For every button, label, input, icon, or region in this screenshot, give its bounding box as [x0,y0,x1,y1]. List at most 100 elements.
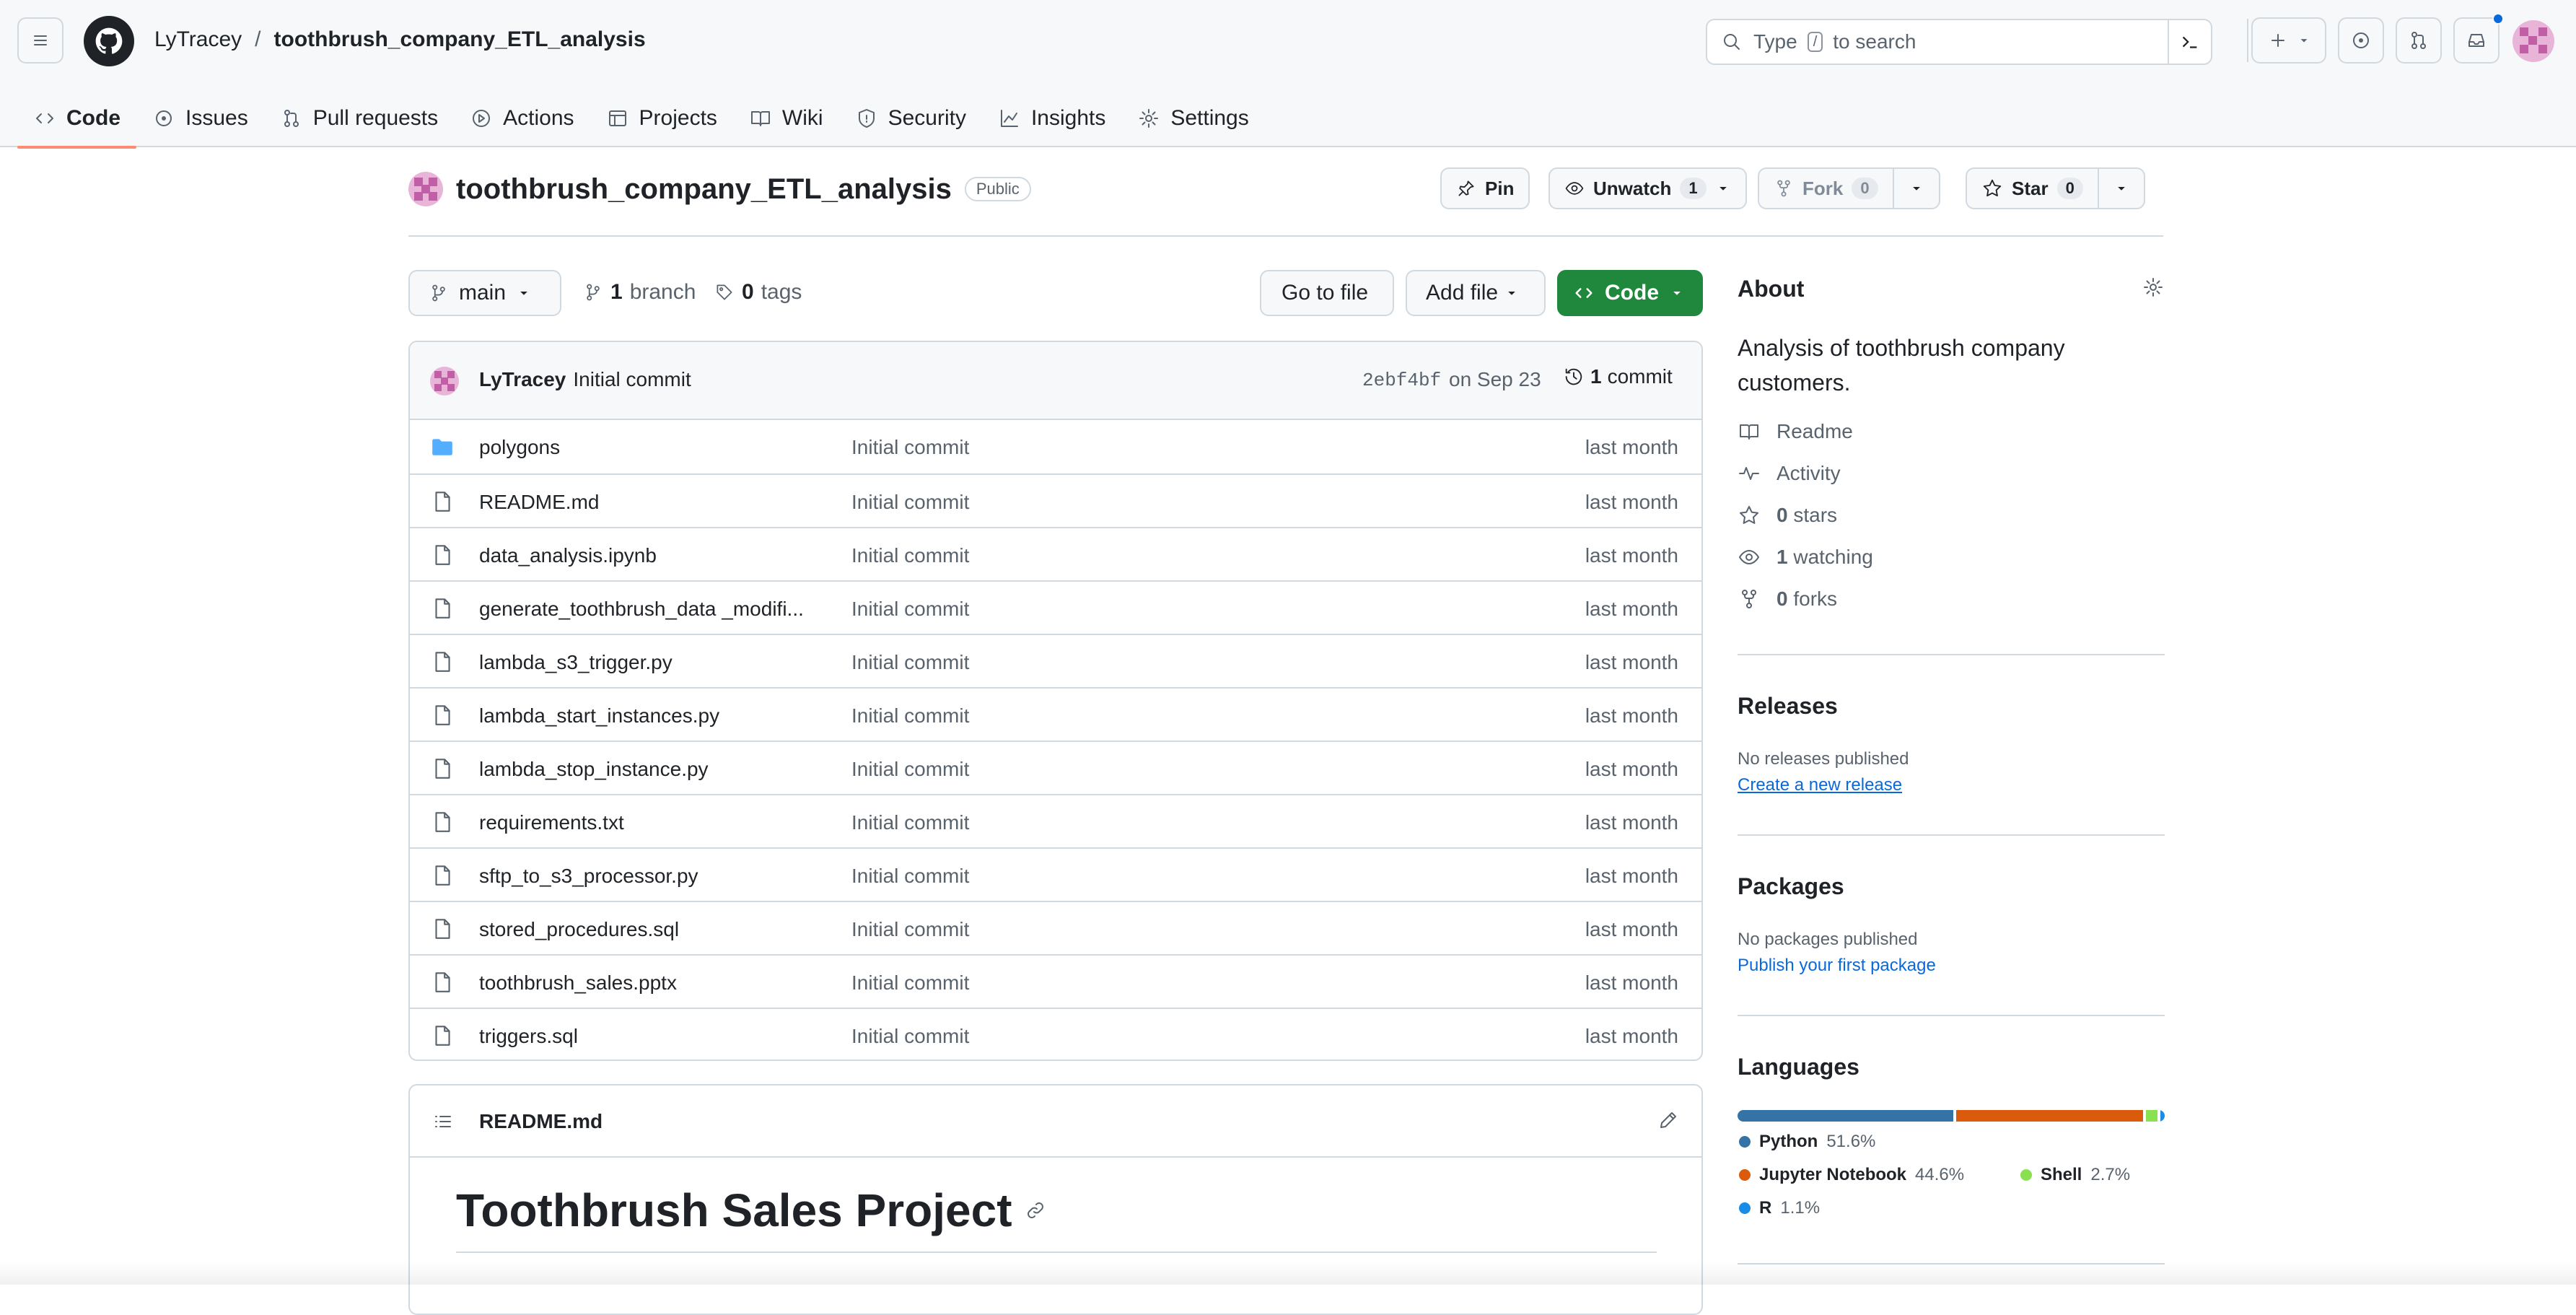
file-row[interactable]: sftp_to_s3_processor.py Initial commit las… [410,847,1701,901]
file-name[interactable]: sftp_to_s3_processor.py [479,865,818,888]
breadcrumb-repo[interactable]: toothbrush_company_ETL_analysis [274,27,646,52]
activity-link[interactable]: Activity [1738,462,1841,485]
tab-settings[interactable]: Settings [1121,89,1264,147]
fork-button[interactable]: Fork 0 [1758,167,1940,209]
tab-insights[interactable]: Insights [982,89,1121,147]
branches-link[interactable]: 1 branch [583,280,696,305]
tab-issues[interactable]: Issues [136,89,264,147]
go-to-file-button[interactable]: Go to file [1260,270,1394,316]
commit-message[interactable]: Initial commit [573,368,691,390]
stars-link[interactable]: 0 stars [1738,504,1837,527]
file-name[interactable]: requirements.txt [479,811,818,834]
tags-link[interactable]: 0 tags [714,280,802,305]
file-row[interactable]: toothbrush_sales.pptx Initial commit last … [410,954,1701,1008]
tab-security[interactable]: Security [839,89,982,147]
tab-wiki[interactable]: Wiki [733,89,839,147]
user-avatar[interactable] [2513,20,2554,62]
publish-package-link[interactable]: Publish your first package [1738,956,1936,976]
language-item[interactable]: Jupyter Notebook 44.6% [1739,1165,1964,1185]
gear-icon[interactable] [2142,276,2165,299]
readme-link[interactable]: Readme [1738,420,1853,443]
readme-filename[interactable]: README.md [479,1110,603,1133]
file-commit-message[interactable]: Initial commit [851,971,969,995]
releases-title[interactable]: Releases [1738,693,1838,720]
file-name[interactable]: triggers.sql [479,1025,818,1048]
language-bar-segment[interactable] [2160,1110,2165,1122]
file-name[interactable]: lambda_stop_instance.py [479,758,818,781]
file-row[interactable]: data_analysis.ipynb Initial commit last mo… [410,527,1701,580]
repo-name[interactable]: toothbrush_company_ETL_analysis [456,173,952,206]
file-commit-message[interactable]: Initial commit [851,491,969,514]
list-icon[interactable] [431,1110,455,1133]
file-name[interactable]: lambda_start_instances.py [479,704,818,728]
chevron-down-icon [2297,33,2311,48]
add-file-button[interactable]: Add file [1406,270,1546,316]
file-row[interactable]: triggers.sql Initial commit last month [410,1008,1701,1060]
file-name[interactable]: lambda_s3_trigger.py [479,651,818,674]
file-row[interactable]: lambda_stop_instance.py Initial commit las… [410,740,1701,794]
file-name[interactable]: data_analysis.ipynb [479,544,818,567]
packages-title[interactable]: Packages [1738,873,1844,900]
fork-dropdown[interactable] [1892,169,1939,208]
file-row[interactable]: README.md Initial commit last month [410,473,1701,527]
create-new-button[interactable] [2251,17,2326,64]
file-commit-message[interactable]: Initial commit [851,651,969,674]
language-bar-segment[interactable] [1738,1110,1954,1122]
file-row[interactable]: lambda_s3_trigger.py Initial commit last m… [410,634,1701,687]
language-name: Jupyter Notebook [1759,1165,1907,1184]
tab-projects[interactable]: Projects [590,89,733,147]
search-input[interactable]: Type / to search [1706,19,2212,65]
star-button[interactable]: Star 0 [1966,167,2145,209]
commit-author-avatar[interactable] [430,367,459,396]
link-icon[interactable] [1024,1199,1047,1222]
file-commit-message[interactable]: Initial commit [851,436,969,459]
tab-code[interactable]: Code [17,89,136,149]
file-name[interactable]: README.md [479,491,818,514]
star-dropdown[interactable] [2097,169,2144,208]
create-release-link[interactable]: Create a new release [1738,775,1902,795]
github-logo-icon[interactable] [84,16,134,66]
file-commit-message[interactable]: Initial commit [851,865,969,888]
commits-link[interactable]: 1 commit [1563,365,1673,388]
file-row[interactable]: stored_procedures.sql Initial commit last … [410,901,1701,954]
file-commit-message[interactable]: Initial commit [851,918,969,941]
breadcrumb-owner[interactable]: LyTracey [154,27,242,52]
watching-link[interactable]: 1 watching [1738,546,1873,569]
pencil-icon[interactable] [1657,1109,1680,1132]
commit-sha[interactable]: 2ebf4bf [1362,370,1441,391]
file-name[interactable]: toothbrush_sales.pptx [479,971,818,995]
file-commit-message[interactable]: Initial commit [851,704,969,728]
language-item[interactable]: Python 51.6% [1739,1132,1875,1152]
issues-button[interactable] [2338,17,2384,64]
pull-requests-button[interactable] [2396,17,2442,64]
file-name[interactable]: generate_toothbrush_data _modifi... [479,598,818,621]
file-row[interactable]: generate_toothbrush_data _modifi... Initi… [410,580,1701,634]
tab-pull-requests[interactable]: Pull requests [264,89,454,147]
file-commit-message[interactable]: Initial commit [851,544,969,567]
language-item[interactable]: Shell 2.7% [2020,1165,2130,1185]
pin-button[interactable]: Pin [1440,167,1530,209]
file-row[interactable]: requirements.txt Initial commit last month [410,794,1701,847]
file-commit-message[interactable]: Initial commit [851,598,969,621]
watch-button[interactable]: Unwatch 1 [1548,167,1747,209]
commit-author[interactable]: LyTracey [479,368,566,390]
tab-actions[interactable]: Actions [454,89,590,147]
file-icon [430,756,455,781]
file-name[interactable]: polygons [479,436,818,459]
language-bar-segment[interactable] [1956,1110,2143,1122]
forks-link[interactable]: 0 forks [1738,587,1837,611]
file-row[interactable]: lambda_start_instances.py Initial commit l… [410,687,1701,740]
file-commit-message[interactable]: Initial commit [851,758,969,781]
command-palette-icon[interactable] [2168,20,2211,64]
language-item[interactable]: R 1.1% [1739,1198,1820,1218]
code-button[interactable]: Code [1557,270,1703,316]
file-row[interactable]: polygons Initial commit last month [410,420,1701,473]
owner-avatar[interactable] [408,172,443,206]
language-bar-segment[interactable] [2145,1110,2157,1122]
inbox-button[interactable] [2453,13,2504,64]
file-name[interactable]: stored_procedures.sql [479,918,818,941]
branch-selector[interactable]: main [408,270,561,316]
menu-button[interactable] [17,17,63,64]
file-commit-message[interactable]: Initial commit [851,811,969,834]
file-commit-message[interactable]: Initial commit [851,1025,969,1048]
